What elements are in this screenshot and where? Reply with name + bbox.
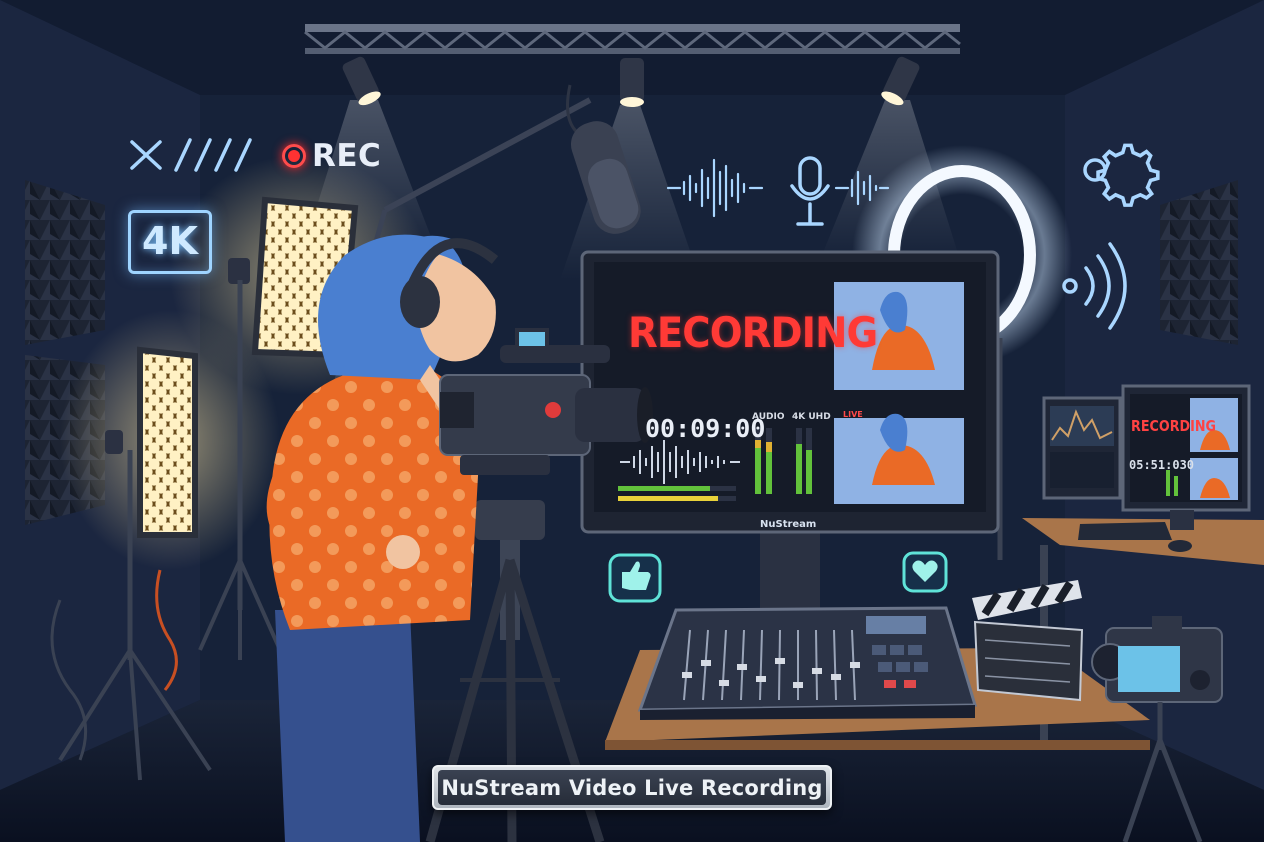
monitor-brand: NuStream: [760, 519, 817, 530]
audio-mixer: [637, 606, 978, 720]
main-monitor-recording-text: RECORDING: [628, 308, 878, 357]
uhd-label: 4K UHD: [792, 412, 831, 422]
record-icon: [282, 144, 306, 168]
studio-scene: REC 4K RECORDING 00:09:00 AUDIO 4K UHD L…: [0, 0, 1264, 842]
side-monitor-recording-text: RECORDING: [1131, 417, 1217, 435]
audio-label: AUDIO: [752, 412, 785, 422]
thumbs-up-icon: [608, 553, 662, 603]
rec-label: REC: [312, 138, 382, 174]
studio-illustration: [0, 0, 1264, 842]
heart-icon: [902, 551, 948, 593]
main-monitor-timecode: 00:09:00: [645, 414, 766, 443]
caption-plate: NuStream Video Live Recording: [432, 765, 832, 810]
4k-badge: 4K: [128, 210, 212, 274]
clapperboard: [972, 580, 1084, 702]
live-tag: LIVE: [843, 410, 863, 419]
caption-text: NuStream Video Live Recording: [438, 770, 826, 805]
rec-indicator: REC: [282, 138, 381, 174]
side-monitor-timecode: 05:51:030: [1129, 458, 1195, 472]
